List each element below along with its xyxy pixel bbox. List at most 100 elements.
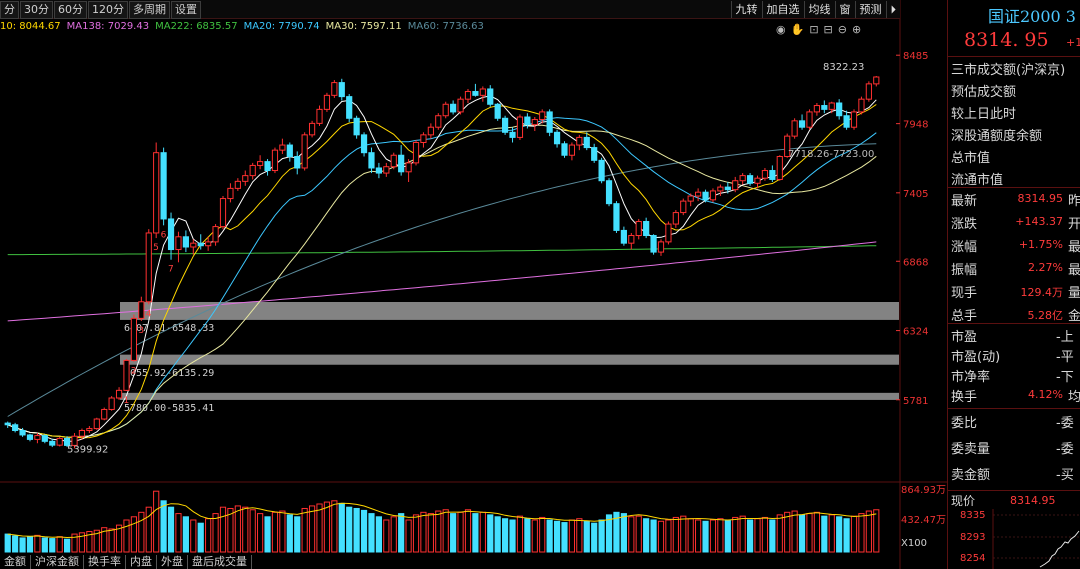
lock-icon[interactable]: ⊡ — [809, 23, 818, 36]
tool-button[interactable]: ⏵ — [885, 1, 901, 18]
candle-body[interactable] — [338, 82, 345, 98]
candle-body[interactable] — [405, 162, 412, 173]
candle-body[interactable] — [242, 175, 249, 182]
candle-body[interactable] — [717, 186, 724, 192]
candle-body[interactable] — [316, 108, 323, 124]
candle-body[interactable] — [502, 117, 509, 133]
candle-body[interactable] — [227, 187, 234, 200]
candle-body[interactable] — [672, 212, 679, 225]
candle-body[interactable] — [219, 198, 227, 228]
candle-body[interactable] — [761, 170, 769, 179]
candle-body[interactable] — [457, 98, 464, 113]
candle-body[interactable] — [160, 152, 167, 220]
candle-body[interactable] — [450, 103, 457, 113]
candle-body[interactable] — [308, 122, 316, 136]
candle-body[interactable] — [390, 154, 397, 168]
candle-body[interactable] — [509, 131, 516, 138]
candle-body[interactable] — [628, 235, 635, 244]
candle-body[interactable] — [732, 180, 739, 191]
period-button[interactable]: 120分 — [88, 1, 128, 19]
candle-body[interactable] — [383, 166, 390, 174]
candle-body[interactable] — [479, 88, 486, 96]
candle-body[interactable] — [843, 115, 850, 128]
indicator-tab[interactable]: 外盘 — [157, 555, 188, 569]
candle-body[interactable] — [19, 429, 26, 436]
candle-body[interactable] — [553, 131, 561, 145]
candle-body[interactable] — [798, 120, 806, 128]
candle-body[interactable] — [182, 236, 189, 248]
candle-body[interactable] — [286, 144, 293, 158]
candle-body[interactable] — [657, 241, 665, 253]
candle-body[interactable] — [724, 186, 731, 191]
candle-body[interactable] — [271, 149, 279, 172]
candle-body[interactable] — [101, 408, 108, 420]
candle-body[interactable] — [26, 434, 34, 440]
candle-body[interactable] — [821, 105, 828, 110]
candle-body[interactable] — [680, 200, 687, 214]
candle-body[interactable] — [531, 119, 538, 126]
candle-body[interactable] — [561, 143, 568, 156]
candle-body[interactable] — [130, 317, 138, 361]
candle-body[interactable] — [167, 218, 175, 251]
candle-body[interactable] — [123, 359, 130, 391]
candle-body[interactable] — [739, 175, 746, 182]
candle-body[interactable] — [591, 147, 598, 161]
candle-body[interactable] — [12, 424, 19, 431]
candle-body[interactable] — [360, 134, 368, 154]
zoom-out-icon[interactable]: ⊖ — [838, 23, 847, 36]
candle-body[interactable] — [93, 418, 100, 430]
candle-body[interactable] — [138, 301, 145, 319]
candle-body[interactable] — [539, 111, 546, 121]
candle-body[interactable] — [650, 235, 657, 253]
candle-body[interactable] — [620, 229, 627, 244]
candle-body[interactable] — [205, 241, 212, 247]
shrink-icon[interactable]: ⊟ — [824, 23, 833, 36]
kline-chart[interactable]: 6407.81-6548.336055.92-6135.295780.00-58… — [0, 0, 947, 569]
candle-body[interactable] — [435, 115, 442, 128]
candle-body[interactable] — [709, 190, 717, 201]
candle-body[interactable] — [4, 422, 11, 426]
candle-body[interactable] — [301, 134, 308, 169]
candle-body[interactable] — [524, 116, 531, 126]
candle-body[interactable] — [346, 96, 353, 119]
candle-body[interactable] — [598, 159, 605, 182]
candle-body[interactable] — [754, 177, 761, 184]
candle-body[interactable] — [487, 88, 494, 105]
candle-body[interactable] — [212, 226, 219, 243]
candle-body[interactable] — [197, 242, 204, 247]
tool-button[interactable]: 预测 — [854, 1, 886, 18]
eye-icon[interactable]: ◉ — [776, 23, 786, 36]
candle-body[interactable] — [583, 136, 590, 149]
candle-body[interactable] — [145, 232, 152, 303]
candle-body[interactable] — [427, 126, 434, 136]
tool-button[interactable]: 窗 — [834, 1, 855, 18]
candle-body[interactable] — [353, 117, 360, 136]
candle-body[interactable] — [442, 103, 449, 117]
candle-body[interactable] — [613, 203, 620, 231]
candle-body[interactable] — [746, 175, 754, 184]
candle-body[interactable] — [279, 144, 286, 151]
indicator-tab[interactable]: 沪深金额 — [31, 555, 84, 569]
candle-body[interactable] — [546, 111, 553, 133]
indicator-tab[interactable]: 盘后成交量 — [188, 555, 252, 569]
period-button[interactable]: 多周期 — [129, 1, 170, 19]
candle-body[interactable] — [331, 82, 338, 96]
candle-body[interactable] — [494, 103, 501, 119]
candle-body[interactable] — [643, 221, 650, 237]
candle-body[interactable] — [249, 164, 256, 177]
candle-body[interactable] — [791, 120, 798, 137]
candle-body[interactable] — [635, 221, 642, 237]
candle-body[interactable] — [420, 134, 427, 143]
candle-body[interactable] — [464, 91, 472, 100]
candle-body[interactable] — [769, 170, 776, 180]
candle-body[interactable] — [806, 111, 813, 128]
candle-body[interactable] — [294, 156, 301, 169]
candle-body[interactable] — [865, 83, 872, 100]
candle-body[interactable] — [472, 91, 479, 96]
candle-body[interactable] — [873, 76, 880, 85]
candle-body[interactable] — [86, 428, 93, 431]
candle-body[interactable] — [257, 161, 264, 166]
indicator-tab[interactable]: 内盘 — [126, 555, 157, 569]
candle-body[interactable] — [398, 154, 405, 173]
candle-body[interactable] — [56, 437, 63, 446]
